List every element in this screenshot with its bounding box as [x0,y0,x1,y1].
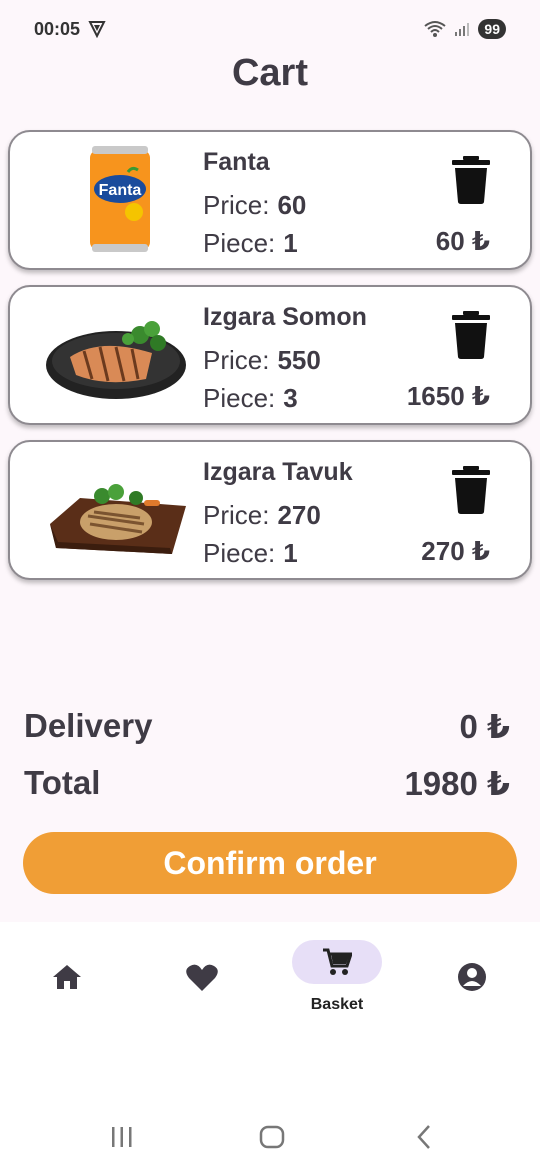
price-row: Price: 270 [203,500,321,531]
account-icon [458,963,486,991]
nav-item-home[interactable] [22,940,112,1010]
piece-value: 1 [283,228,298,258]
cart-item-card: Fanta Fanta Price: 60 Piece: 1 60 ₺ [8,130,532,270]
total-label: Total [24,764,101,801]
back-icon[interactable] [414,1124,434,1150]
status-right: 99 [424,19,506,39]
nav-item-basket[interactable]: Basket [292,940,382,1013]
product-name: Izgara Tavuk [203,458,353,486]
status-bar: 00:05 99 [0,0,540,58]
cart-list: Fanta Fanta Price: 60 Piece: 1 60 ₺ Izga… [8,130,532,595]
piece-label: Piece: [203,228,276,258]
system-navigation-bar [0,1112,540,1170]
price-value: 270 [277,500,321,530]
cart-item-card: Izgara Somon Price: 550 Piece: 3 1650 ₺ [8,285,532,425]
piece-row: Piece: 1 [203,538,298,569]
signal-icon [455,23,470,36]
status-time: 00:05 [34,18,81,39]
trash-icon [452,466,490,514]
recent-apps-icon[interactable] [110,1124,134,1150]
line-total: 270 ₺ [421,536,490,566]
vpn-shield-icon [88,21,106,38]
cart-icon [323,948,352,975]
trash-icon [452,311,490,359]
delete-item-button[interactable] [452,156,490,204]
price-value: 550 [277,345,321,375]
fanta-can-image: Fanta [90,146,150,252]
delivery-label: Delivery [24,707,153,744]
piece-row: Piece: 3 [203,383,298,414]
price-value: 60 [277,190,307,220]
page-title: Cart [231,52,309,94]
svg-text:Fanta: Fanta [99,182,142,199]
battery-indicator: 99 [478,19,506,39]
piece-label: Piece: [203,383,276,413]
line-total: 60 ₺ [435,226,490,256]
grilled-salmon-image [46,321,186,399]
price-row: Price: 60 [203,190,306,221]
nav-label-basket: Basket [310,996,364,1013]
price-label: Price: [203,500,270,530]
confirm-order-button[interactable]: Confirm order [23,832,517,894]
delete-item-button[interactable] [452,466,490,514]
piece-value: 3 [283,383,298,413]
delivery-row: Delivery 0 ₺ [24,707,510,746]
home-icon [53,965,81,989]
line-total: 1650 ₺ [406,381,490,411]
trash-icon [452,156,490,204]
total-row: Total 1980 ₺ [24,764,510,803]
piece-value: 1 [283,538,298,568]
cart-item-card: Izgara Tavuk Price: 270 Piece: 1 270 ₺ [8,440,532,580]
bottom-navigation: Basket [0,922,540,1112]
grilled-chicken-image [50,484,186,554]
delete-item-button[interactable] [452,311,490,359]
piece-row: Piece: 1 [203,228,298,259]
home-button-icon[interactable] [259,1124,285,1150]
product-name: Izgara Somon [203,303,367,331]
nav-item-profile[interactable] [427,940,517,1010]
total-value: 1980 ₺ [404,765,510,802]
piece-label: Piece: [203,538,276,568]
heart-icon [186,964,218,991]
product-name: Fanta [203,148,270,176]
price-label: Price: [203,190,270,220]
price-row: Price: 550 [203,345,321,376]
nav-item-favorites[interactable] [157,940,247,1010]
status-left: 00:05 [34,19,106,40]
price-label: Price: [203,345,270,375]
delivery-value: 0 ₺ [459,708,510,745]
wifi-icon [424,21,447,37]
